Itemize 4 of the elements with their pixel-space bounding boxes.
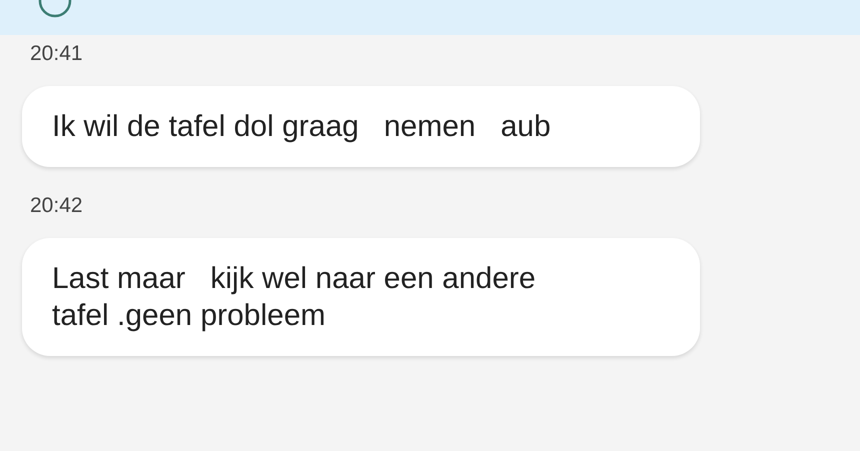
message-time: 20:41 bbox=[30, 42, 83, 66]
message-time: 20:42 bbox=[30, 194, 83, 218]
message-bubble: Ik wil de tafel dol graag nemen aub bbox=[22, 86, 700, 167]
message-bubble: Last maar kijk wel naar een andere tafel .geen probleem bbox=[22, 238, 700, 356]
